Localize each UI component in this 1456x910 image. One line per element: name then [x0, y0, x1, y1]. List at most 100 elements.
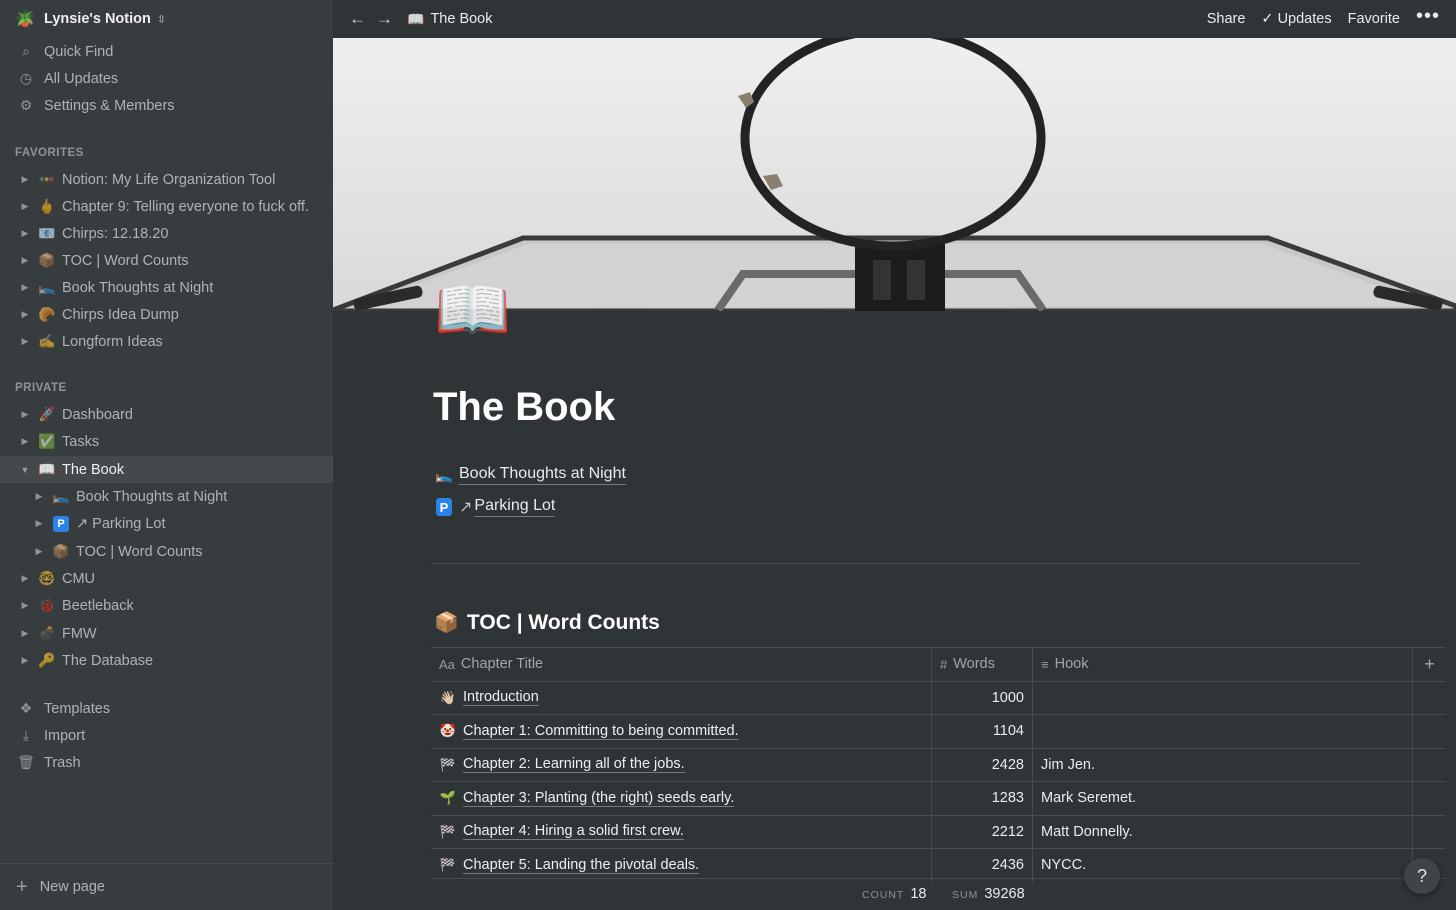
expand-triangle-icon[interactable]: ▶: [18, 628, 32, 639]
row-hook[interactable]: [1033, 715, 1413, 748]
check-icon: ✓: [1261, 11, 1274, 27]
table-row[interactable]: 🏁 Chapter 5: Landing the pivotal deals. 2…: [431, 848, 1446, 882]
page-icon-book[interactable]: 📖: [434, 280, 511, 342]
page-emoji: 💣: [38, 625, 56, 641]
sidebar-item-parking-lot[interactable]: ▶ P ↗ Parking Lot: [0, 510, 333, 537]
sidebar-item-toc[interactable]: ▶ 📦 TOC | Word Counts: [0, 538, 333, 565]
row-hook[interactable]: Matt Donnelly.: [1033, 815, 1413, 848]
expand-triangle-icon[interactable]: ▶: [32, 518, 46, 529]
subpage-link-book-thoughts[interactable]: 🛌 Book Thoughts at Night: [434, 465, 626, 485]
parking-p-icon: P: [436, 498, 452, 516]
table-row[interactable]: 🤡 Chapter 1: Committing to being committe…: [431, 714, 1446, 748]
sidebar-item-favorite[interactable]: ▶ ✍️ Longform Ideas: [0, 328, 333, 355]
sidebar-item-cmu[interactable]: ▶ 🤓 CMU: [0, 565, 333, 592]
expand-triangle-icon[interactable]: ▶: [18, 336, 32, 347]
expand-triangle-icon[interactable]: ▶: [18, 282, 32, 293]
table-row[interactable]: 🏁 Chapter 2: Learning all of the jobs. 24…: [431, 747, 1446, 782]
expand-triangle-icon[interactable]: ▶: [18, 573, 32, 584]
row-title[interactable]: Chapter 2: Learning all of the jobs.: [463, 756, 685, 774]
row-hook[interactable]: [1033, 681, 1413, 714]
workspace-switcher[interactable]: 🪴 Lynsie's Notion ⇳: [0, 5, 333, 33]
column-header-words[interactable]: # Words: [932, 648, 1033, 681]
sidebar-item-beetleback[interactable]: ▶ 🐞 Beetleback: [0, 592, 333, 619]
table-row[interactable]: 👋🏻 Introduction 1000: [431, 680, 1446, 714]
share-button[interactable]: Share: [1207, 11, 1246, 27]
expand-triangle-icon[interactable]: ▶: [18, 228, 32, 239]
page-emoji: P: [434, 498, 454, 516]
sidebar-item-favorite[interactable]: ▶ 🖕 Chapter 9: Telling everyone to fuck …: [0, 193, 333, 220]
collapse-triangle-icon[interactable]: ▼: [18, 465, 32, 475]
expand-triangle-icon[interactable]: ▶: [18, 255, 32, 266]
row-hook[interactable]: Mark Seremet.: [1033, 782, 1413, 815]
row-hook[interactable]: NYCC.: [1033, 849, 1413, 882]
sidebar-item-favorite[interactable]: ▶ 🛌 Book Thoughts at Night: [0, 274, 333, 301]
row-words[interactable]: 1283: [932, 782, 1033, 815]
expand-triangle-icon[interactable]: ▶: [18, 201, 32, 212]
expand-triangle-icon[interactable]: ▶: [18, 436, 32, 447]
database-title[interactable]: 📦 TOC | Word Counts: [434, 610, 660, 635]
row-title[interactable]: Chapter 4: Hiring a solid first crew.: [463, 823, 684, 841]
sidebar-all-updates[interactable]: ◷ All Updates: [0, 65, 333, 92]
divider: [431, 563, 1359, 564]
expand-triangle-icon[interactable]: ▶: [32, 546, 46, 557]
sidebar-item-book-thoughts[interactable]: ▶ 🛌 Book Thoughts at Night: [0, 483, 333, 510]
column-header-hook[interactable]: ≡ Hook: [1033, 648, 1413, 681]
back-arrow-icon[interactable]: ←: [349, 9, 366, 29]
table-row[interactable]: 🏁 Chapter 4: Hiring a solid first crew. 2…: [431, 814, 1446, 848]
cover-image[interactable]: [333, 38, 1456, 311]
plus-icon: +: [16, 875, 28, 898]
page-emoji: 🛌: [435, 466, 453, 483]
row-title[interactable]: Chapter 3: Planting (the right) seeds ea…: [463, 790, 735, 807]
gear-icon: ⚙: [19, 97, 33, 113]
sidebar-quick-find[interactable]: ⌕ Quick Find: [0, 38, 333, 65]
help-button[interactable]: ?: [1404, 858, 1440, 894]
subpage-link-parking-lot[interactable]: P ↗ Parking Lot: [434, 497, 556, 517]
row-hook[interactable]: Jim Jen.: [1033, 748, 1413, 781]
new-page-button[interactable]: + New page: [0, 863, 333, 910]
column-header-chapter-title[interactable]: Aa Chapter Title: [431, 648, 932, 681]
expand-triangle-icon[interactable]: ▶: [32, 491, 46, 502]
page-emoji: 🤓: [38, 570, 56, 586]
sidebar-item-dashboard[interactable]: ▶ 🚀 Dashboard: [0, 401, 333, 428]
count-aggregate[interactable]: COUNT 18: [862, 886, 926, 902]
page-title[interactable]: The Book: [433, 385, 615, 430]
private-section-label[interactable]: PRIVATE: [15, 382, 67, 394]
expand-triangle-icon[interactable]: ▶: [18, 409, 32, 420]
table-row[interactable]: 🌱 Chapter 3: Planting (the right) seeds e…: [431, 781, 1446, 815]
sidebar-item-fmw[interactable]: ▶ 💣 FMW: [0, 620, 333, 647]
row-title[interactable]: Chapter 1: Committing to being committed…: [463, 723, 739, 740]
favorites-section-label[interactable]: FAVORITES: [15, 147, 84, 159]
updates-button[interactable]: ✓ Updates: [1261, 11, 1331, 27]
row-title[interactable]: Chapter 5: Landing the pivotal deals.: [463, 857, 700, 874]
forward-arrow-icon[interactable]: →: [376, 9, 393, 29]
sidebar-item-favorite[interactable]: ▶ 📦 TOC | Word Counts: [0, 247, 333, 274]
add-property-icon[interactable]: +: [1413, 648, 1446, 681]
row-words[interactable]: 2428: [932, 748, 1033, 781]
sidebar-item-favorite[interactable]: ▶ 🚥 Notion: My Life Organization Tool: [0, 166, 333, 193]
sidebar-item-the-database[interactable]: ▶ 🔑 The Database: [0, 647, 333, 674]
expand-triangle-icon[interactable]: ▶: [18, 655, 32, 666]
sidebar-item-the-book[interactable]: ▼ 📖 The Book: [0, 456, 333, 483]
sidebar-trash[interactable]: 🗑 Trash: [0, 749, 333, 776]
expand-triangle-icon[interactable]: ▶: [18, 309, 32, 320]
expand-triangle-icon[interactable]: ▶: [18, 174, 32, 185]
subpage-link-label: Book Thoughts at Night: [459, 465, 626, 485]
row-words[interactable]: 2212: [932, 815, 1033, 848]
row-words[interactable]: 1104: [932, 715, 1033, 748]
breadcrumb[interactable]: The Book: [430, 11, 492, 27]
sidebar-templates[interactable]: ❖ Templates: [0, 695, 333, 722]
sum-aggregate[interactable]: SUM 39268: [952, 886, 1025, 902]
sidebar-item-favorite[interactable]: ▶ 🥐 Chirps Idea Dump: [0, 301, 333, 328]
sidebar-item-tasks[interactable]: ▶ ✅ Tasks: [0, 428, 333, 455]
row-words[interactable]: 1000: [932, 681, 1033, 714]
sidebar-item-favorite[interactable]: ▶ 📧 Chirps: 12.18.20: [0, 220, 333, 247]
row-title[interactable]: Introduction: [463, 689, 539, 707]
sidebar-settings[interactable]: ⚙ Settings & Members: [0, 92, 333, 119]
favorite-button[interactable]: Favorite: [1348, 11, 1400, 27]
sidebar-item-label: Longform Ideas: [62, 333, 163, 350]
sidebar-import[interactable]: ⤓ Import: [0, 722, 333, 749]
row-spacer: [1413, 749, 1446, 782]
expand-triangle-icon[interactable]: ▶: [18, 600, 32, 611]
row-words[interactable]: 2436: [932, 849, 1033, 882]
more-options-icon[interactable]: •••: [1416, 5, 1440, 28]
